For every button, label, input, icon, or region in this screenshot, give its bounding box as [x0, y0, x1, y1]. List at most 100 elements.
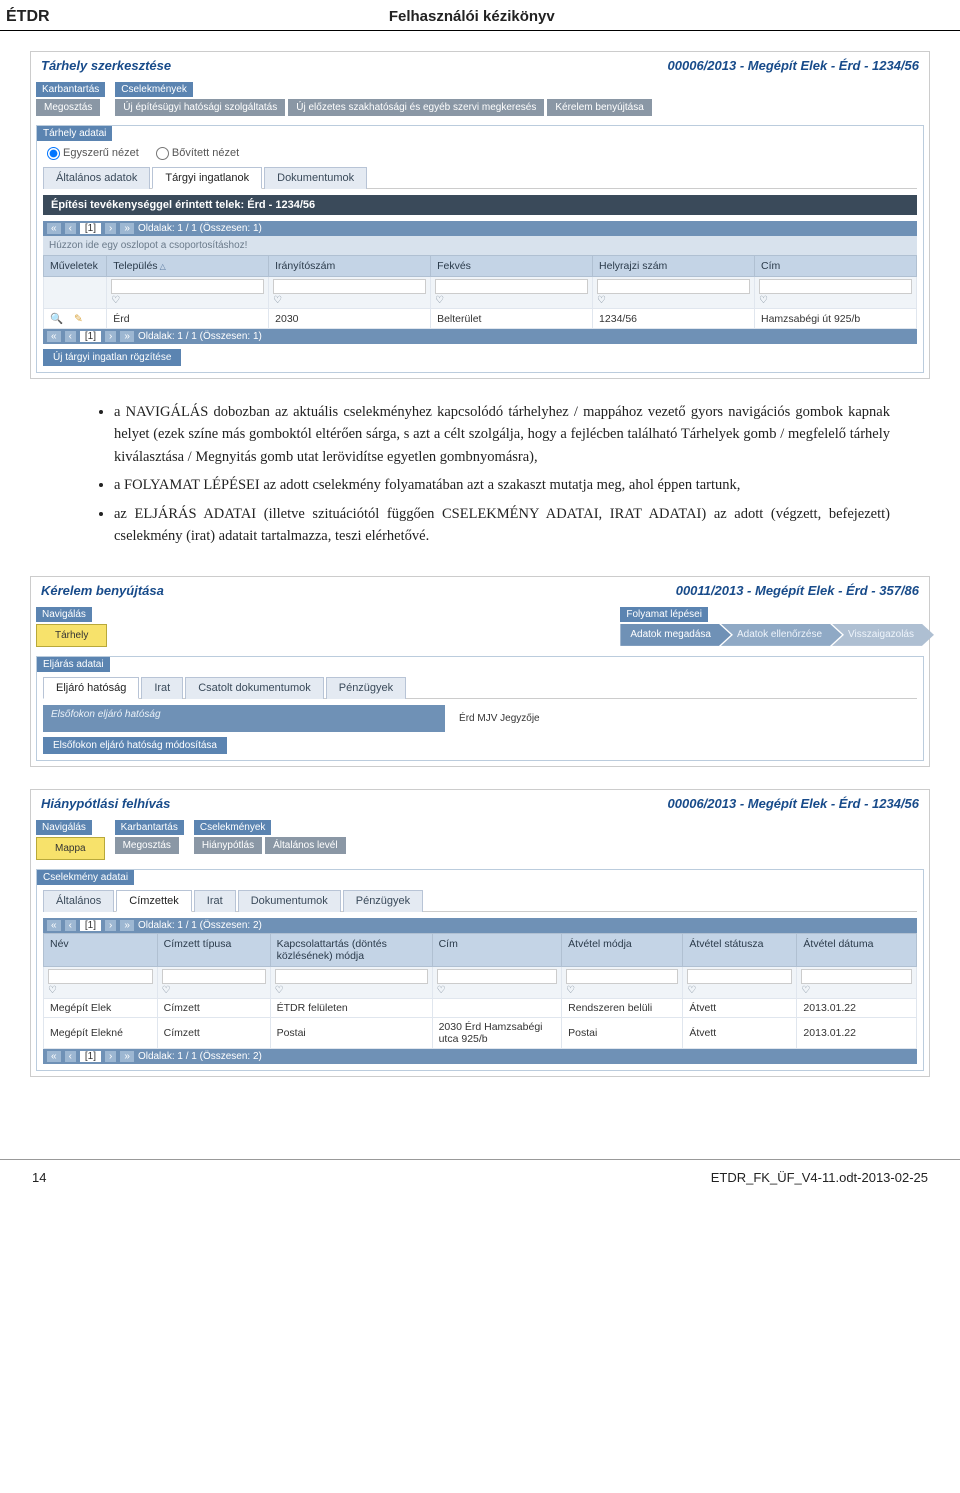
pager-num: [1] — [80, 1051, 101, 1062]
filter-irsz[interactable] — [273, 279, 426, 294]
th-atvdat[interactable]: Átvétel dátuma — [797, 933, 917, 966]
filter-atvstat[interactable] — [687, 969, 792, 984]
filter-nev[interactable] — [48, 969, 153, 984]
tab-penzugyek[interactable]: Pénzügyek — [343, 890, 423, 912]
filter-icon[interactable]: ♡ — [687, 985, 696, 996]
radio-simple[interactable]: Egyszerű nézet — [47, 147, 139, 159]
tab-csatolt-dokumentumok[interactable]: Csatolt dokumentumok — [185, 677, 324, 699]
pager-last-icon[interactable]: » — [120, 920, 134, 931]
filter-icon[interactable]: ♡ — [566, 985, 575, 996]
pager-prev-icon[interactable]: ‹ — [65, 1051, 76, 1062]
table-row[interactable]: Megépít Elekné Címzett Postai 2030 Érd H… — [44, 1017, 917, 1048]
tab-dokumentumok[interactable]: Dokumentumok — [264, 167, 367, 189]
th-tipus[interactable]: Címzett típusa — [157, 933, 270, 966]
filter-atvmod[interactable] — [566, 969, 678, 984]
tab-targyi-ingatlanok[interactable]: Tárgyi ingatlanok — [152, 167, 262, 189]
uj-ingatlan-button[interactable]: Új tárgyi ingatlan rögzítése — [43, 349, 181, 366]
group-navigalas: Navigálás — [36, 607, 92, 622]
filter-icon[interactable]: ♡ — [435, 295, 444, 306]
pager-first-icon[interactable]: « — [47, 223, 61, 234]
filter-icon[interactable]: ♡ — [111, 295, 120, 306]
tab-irat[interactable]: Irat — [141, 677, 183, 699]
tab-cimzettek[interactable]: Címzettek — [116, 890, 192, 912]
filter-icon[interactable]: ♡ — [437, 985, 446, 996]
ingatlan-table: Műveletek Település△ Irányítószám Fekvés… — [43, 255, 917, 329]
pager-prev-icon[interactable]: ‹ — [65, 920, 76, 931]
sort-asc-icon: △ — [160, 262, 166, 271]
altalanos-level-button[interactable]: Általános levél — [265, 837, 345, 854]
group-cselekmenyek: Cselekmények — [115, 82, 193, 97]
tab-eljaro-hatosag[interactable]: Eljáró hatóság — [43, 677, 139, 699]
group-hint: Húzzon ide egy oszlopot a csoportosításh… — [43, 236, 917, 255]
uj-elozetes-button[interactable]: Új előzetes szakhatósági és egyéb szervi… — [288, 99, 544, 116]
cell-cim: Hamzsabégi út 925/b — [755, 309, 917, 329]
th-fekves[interactable]: Fekvés — [431, 256, 593, 277]
filter-icon[interactable]: ♡ — [48, 985, 57, 996]
tab-altalanos-adatok[interactable]: Általános adatok — [43, 167, 150, 189]
pager-last-icon[interactable]: » — [120, 223, 134, 234]
filter-cim[interactable] — [759, 279, 912, 294]
edit-icon[interactable]: ✎ — [74, 313, 87, 325]
megosztas-button[interactable]: Megosztás — [115, 837, 179, 854]
pager-last-icon[interactable]: » — [120, 1051, 134, 1062]
radio-extended[interactable]: Bővített nézet — [156, 147, 239, 159]
filter-icon[interactable]: ♡ — [759, 295, 768, 306]
filter-kapcs[interactable] — [275, 969, 428, 984]
th-nev[interactable]: Név — [44, 933, 158, 966]
filter-icon[interactable]: ♡ — [597, 295, 606, 306]
tarhely-button[interactable]: Tárhely — [36, 624, 107, 647]
mappa-button[interactable]: Mappa — [36, 837, 105, 860]
filter-hrsz[interactable] — [597, 279, 750, 294]
doc-header-center: Felhasználói kézikönyv — [389, 8, 555, 25]
th-atvstat[interactable]: Átvétel státusza — [683, 933, 797, 966]
pager-text: Oldalak: 1 / 1 (Összesen: 2) — [138, 1051, 262, 1062]
pager-next-icon[interactable]: › — [105, 1051, 116, 1062]
view-icon[interactable]: 🔍 — [50, 313, 67, 325]
radio-simple-input[interactable] — [47, 147, 60, 160]
radio-extended-input[interactable] — [156, 147, 169, 160]
filter-icon[interactable]: ♡ — [801, 985, 810, 996]
filter-icon[interactable]: ♡ — [275, 985, 284, 996]
pager-next-icon[interactable]: › — [105, 223, 116, 234]
bullet-eljaras: az ELJÁRÁS ADATAI (illetve szituációtól … — [114, 503, 890, 548]
pager-next-icon[interactable]: › — [105, 920, 116, 931]
filter-icon[interactable]: ♡ — [162, 985, 171, 996]
tab-penzugyek[interactable]: Pénzügyek — [326, 677, 406, 699]
panel-ref: 00011/2013 - Megépít Elek - Érd - 357/86 — [676, 583, 919, 598]
pager-first-icon[interactable]: « — [47, 920, 61, 931]
th-atvmod[interactable]: Átvétel módja — [562, 933, 683, 966]
filter-row: ♡ ♡ ♡ ♡ ♡ ♡ ♡ — [44, 966, 917, 998]
table-row[interactable]: 🔍 ✎ Érd 2030 Belterület 1234/56 Hamzsabé… — [44, 309, 917, 329]
pager-prev-icon[interactable]: ‹ — [65, 331, 76, 342]
th-muveletek[interactable]: Műveletek — [44, 256, 107, 277]
megosztas-button[interactable]: Megosztás — [36, 99, 100, 116]
th-telepules[interactable]: Település△ — [107, 256, 269, 277]
filter-tipus[interactable] — [162, 969, 266, 984]
tab-dokumentumok[interactable]: Dokumentumok — [238, 890, 341, 912]
cell-hrsz: 1234/56 — [593, 309, 755, 329]
table-row[interactable]: Megépít Elek Címzett ÉTDR felületen Rend… — [44, 998, 917, 1017]
pager-last-icon[interactable]: » — [120, 331, 134, 342]
th-cim[interactable]: Cím — [755, 256, 917, 277]
doc-header-left: ÉTDR — [6, 8, 50, 26]
pager-prev-icon[interactable]: ‹ — [65, 223, 76, 234]
step-adatok-ellenorzese: Adatok ellenőrzése — [721, 624, 842, 646]
filter-cim[interactable] — [437, 969, 558, 984]
th-hrsz[interactable]: Helyrajzi szám — [593, 256, 755, 277]
tab-altalanos[interactable]: Általános — [43, 890, 114, 912]
th-irsz[interactable]: Irányítószám — [269, 256, 431, 277]
kerelem-benyujtasa-button[interactable]: Kérelem benyújtása — [547, 99, 651, 116]
pager-next-icon[interactable]: › — [105, 331, 116, 342]
uj-epitesugyi-button[interactable]: Új építésügyi hatósági szolgáltatás — [115, 99, 285, 116]
filter-fekves[interactable] — [435, 279, 588, 294]
tab-irat[interactable]: Irat — [194, 890, 236, 912]
filter-icon[interactable]: ♡ — [273, 295, 282, 306]
pager-first-icon[interactable]: « — [47, 331, 61, 342]
pager-first-icon[interactable]: « — [47, 1051, 61, 1062]
th-kapcs[interactable]: Kapcsolattartás (döntés közlésének) módj… — [270, 933, 432, 966]
filter-atvdat[interactable] — [801, 969, 912, 984]
hatosag-modositasa-button[interactable]: Elsőfokon eljáró hatóság módosítása — [43, 737, 227, 754]
th-cim[interactable]: Cím — [432, 933, 562, 966]
filter-telepules[interactable] — [111, 279, 264, 294]
hianypotlas-button[interactable]: Hiánypótlás — [194, 837, 262, 854]
